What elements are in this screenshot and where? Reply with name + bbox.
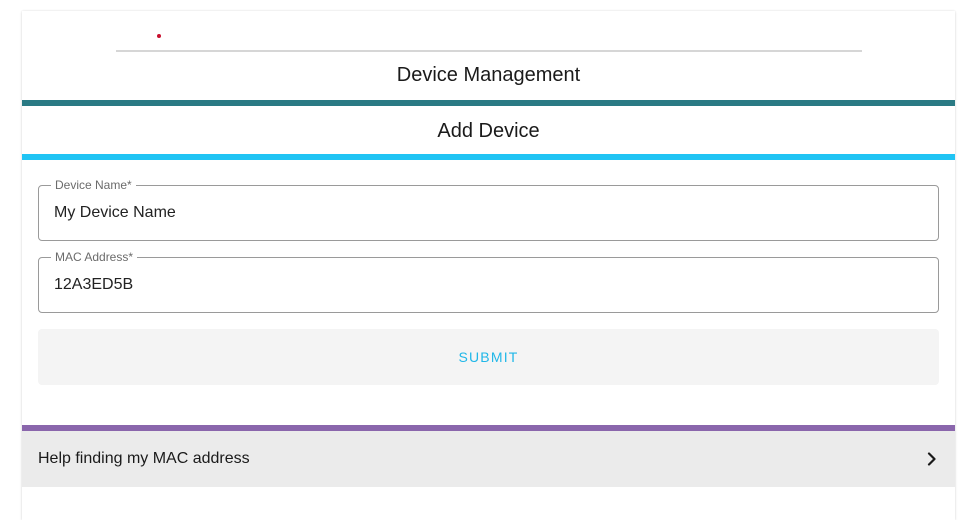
chevron-right-icon xyxy=(925,452,939,466)
device-management-card: Device Management Add Device Device Name… xyxy=(22,11,955,520)
device-name-field[interactable]: Device Name* xyxy=(38,178,939,241)
help-mac-address-row[interactable]: Help finding my MAC address xyxy=(22,431,955,487)
top-divider xyxy=(116,50,862,52)
mac-address-label: MAC Address* xyxy=(51,250,138,264)
section-title: Add Device xyxy=(437,120,540,142)
page-title: Device Management xyxy=(396,64,581,86)
section-accent-bar xyxy=(22,154,955,160)
status-dot xyxy=(157,34,161,38)
submit-button[interactable]: SUBMIT xyxy=(38,329,939,385)
mac-address-input[interactable] xyxy=(54,275,914,295)
device-name-label: Device Name* xyxy=(51,178,136,192)
device-name-input[interactable] xyxy=(54,203,914,223)
mac-address-field[interactable]: MAC Address* xyxy=(38,250,939,313)
help-label: Help finding my MAC address xyxy=(38,450,250,467)
header-accent-bar xyxy=(22,100,955,106)
